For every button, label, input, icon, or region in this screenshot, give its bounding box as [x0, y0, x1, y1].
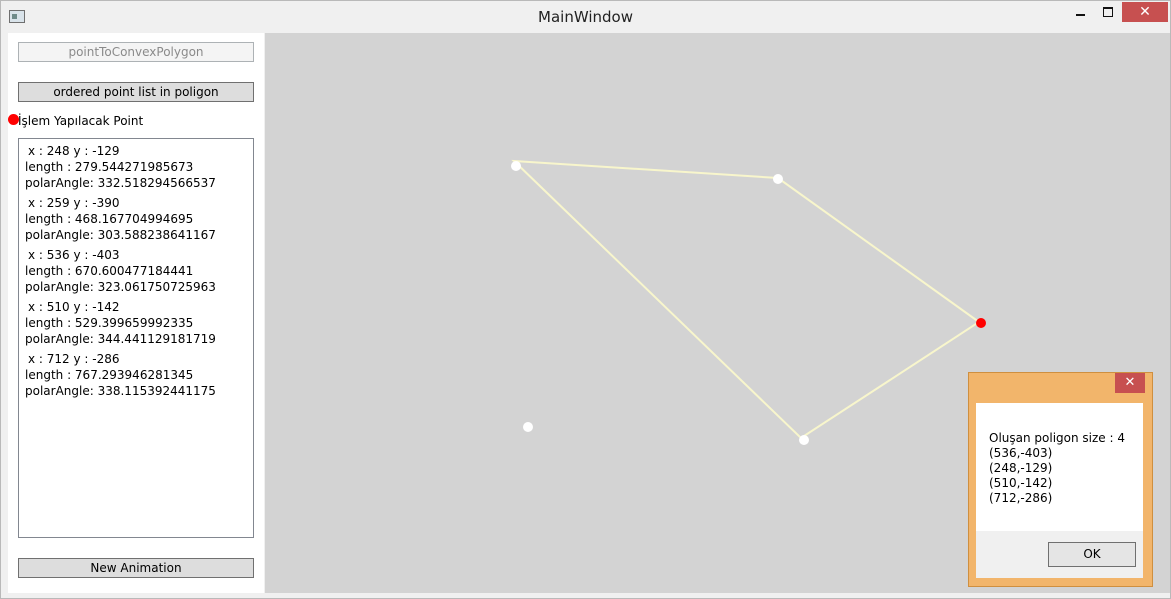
dialog-message-line: (510,-142) [989, 476, 1053, 490]
dialog-message: Oluşan poligon size : 4 (536,-403) (248,… [989, 431, 1125, 506]
minimize-icon [1076, 14, 1085, 16]
point-length: length : 279.544271985673 [25, 160, 194, 174]
list-item[interactable]: x : 712 y : -286 length : 767.2939462813… [19, 347, 253, 399]
close-icon: ✕ [1139, 4, 1151, 20]
ok-button[interactable]: OK [1048, 542, 1136, 567]
interior-point [523, 422, 533, 432]
main-window: MainWindow ✕ pointToConvexPolygon ordere… [0, 0, 1171, 599]
dialog-message-line: Oluşan poligon size : 4 [989, 431, 1125, 445]
point-length: length : 468.167704994695 [25, 212, 194, 226]
point-xy: x : 536 y : -403 [28, 248, 120, 262]
point-xy: x : 712 y : -286 [28, 352, 120, 366]
ordered-point-list-button[interactable]: ordered point list in poligon [18, 82, 254, 102]
message-dialog: ✕ Oluşan poligon size : 4 (536,-403) (24… [968, 372, 1153, 587]
dialog-body: Oluşan poligon size : 4 (536,-403) (248,… [976, 403, 1143, 531]
point-list[interactable]: x : 248 y : -129 length : 279.5442719856… [18, 138, 254, 538]
list-item[interactable]: x : 536 y : -403 length : 670.6004771844… [19, 243, 253, 295]
dialog-close-button[interactable]: ✕ [1115, 373, 1145, 393]
point-length: length : 529.399659992335 [25, 316, 194, 330]
dialog-message-line: (712,-286) [989, 491, 1053, 505]
close-icon: ✕ [1124, 375, 1136, 390]
control-panel: pointToConvexPolygon ordered point list … [8, 33, 264, 593]
active-point-label: İşlem Yapılacak Point [18, 114, 144, 128]
polygon-vertex-point [773, 174, 783, 184]
point-length: length : 767.293946281345 [25, 368, 194, 382]
title-bar[interactable]: MainWindow ✕ [1, 1, 1170, 31]
point-xy: x : 259 y : -390 [28, 196, 120, 210]
point-polar-angle: polarAngle: 344.441129181719 [25, 332, 216, 346]
dialog-message-line: (248,-129) [989, 461, 1053, 475]
point-xy: x : 510 y : -142 [28, 300, 120, 314]
close-button[interactable]: ✕ [1122, 2, 1168, 22]
dialog-footer: OK [976, 531, 1143, 578]
point-xy: x : 248 y : -129 [28, 144, 120, 158]
list-item[interactable]: x : 248 y : -129 length : 279.5442719856… [19, 139, 253, 191]
point-polar-angle: polarAngle: 323.061750725963 [25, 280, 216, 294]
polygon-vertex-point [799, 435, 809, 445]
point-polar-angle: polarAngle: 338.115392441175 [25, 384, 216, 398]
point-polar-angle: polarAngle: 332.518294566537 [25, 176, 216, 190]
point-to-convex-polygon-button[interactable]: pointToConvexPolygon [18, 42, 254, 62]
list-item[interactable]: x : 259 y : -390 length : 468.1677049946… [19, 191, 253, 243]
point-length: length : 670.600477184441 [25, 264, 194, 278]
active-point [976, 318, 986, 328]
maximize-button[interactable] [1097, 2, 1119, 22]
point-polar-angle: polarAngle: 303.588238641167 [25, 228, 216, 242]
list-item[interactable]: x : 510 y : -142 length : 529.3996599923… [19, 295, 253, 347]
minimize-button[interactable] [1069, 2, 1091, 22]
maximize-icon [1103, 7, 1113, 17]
dialog-message-line: (536,-403) [989, 446, 1053, 460]
window-title: MainWindow [538, 8, 633, 26]
convex-hull-polygon [511, 159, 981, 440]
new-animation-button[interactable]: New Animation [18, 558, 254, 578]
polygon-vertex-point [511, 161, 521, 171]
